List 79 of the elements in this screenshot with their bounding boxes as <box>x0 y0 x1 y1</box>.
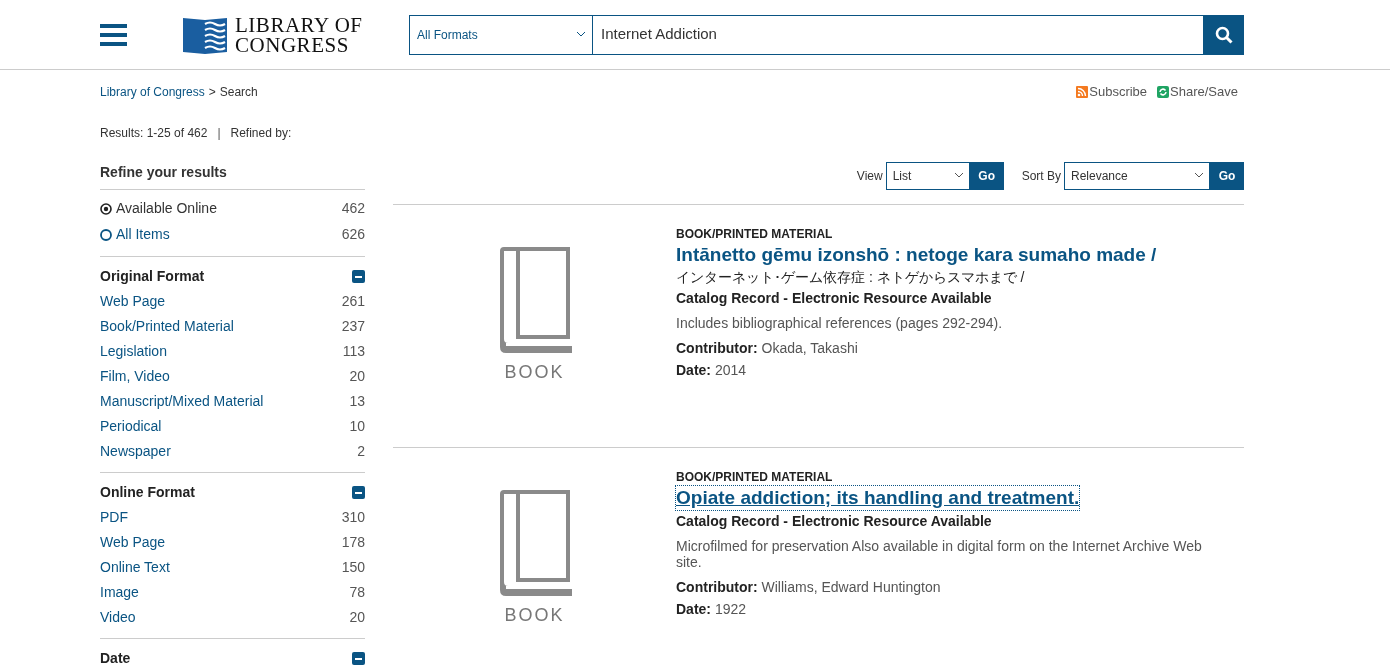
facet-count: 113 <box>342 341 365 361</box>
format-dropdown[interactable]: All Formats <box>409 14 593 55</box>
facet-count: 462 <box>341 199 365 218</box>
result-description: Includes bibliographical references (pages 292-294). <box>676 314 1004 331</box>
facet-count: 10 <box>349 416 365 436</box>
result-field: Contributor: Okada, Takashi <box>676 336 1226 359</box>
sidebar-title: Refine your results <box>100 161 365 190</box>
facet-link[interactable]: Video <box>100 606 136 628</box>
view-label: View <box>856 167 883 185</box>
facet-link[interactable]: Web Page <box>100 531 166 553</box>
results-count: Results: 1-25 of 462 <box>100 124 208 142</box>
menu-icon[interactable] <box>100 23 127 46</box>
refined-by-label: Refined by: <box>230 124 292 142</box>
breadcrumb-current: Search <box>219 84 258 101</box>
result-description: Microfilmed for preservation Also available in digital form on the Internet Archive Web site. <box>676 537 1203 570</box>
section-heading: Original Format <box>100 267 205 286</box>
facet-link[interactable]: Online Text <box>100 556 170 578</box>
logo-text[interactable]: LIBRARY OF CONGRESS <box>235 14 363 55</box>
result-field: Contributor: Williams, Edward Huntington <box>676 575 1226 598</box>
facet-link[interactable]: Periodical <box>100 415 162 437</box>
book-thumbnail[interactable]: BOOK <box>495 489 574 672</box>
result-title-link[interactable]: Intānetto gēmu izonshō : netoge kara sumaho made / <box>676 242 1157 267</box>
facet-count: 626 <box>341 225 365 244</box>
collapse-toggle[interactable] <box>352 652 365 665</box>
record-type: Catalog Record - Electronic Resource Available <box>676 288 993 308</box>
facet-link[interactable]: Web Page <box>100 290 166 312</box>
minus-icon <box>355 275 362 278</box>
sort-dropdown[interactable]: Relevance <box>1064 161 1210 190</box>
breadcrumb-link[interactable]: Library of Congress <box>100 83 205 102</box>
book-waves-logo-icon <box>183 15 227 54</box>
collapse-toggle[interactable] <box>352 486 365 499</box>
facet-count: 310 <box>341 507 365 527</box>
chevron-down-icon <box>954 173 963 178</box>
facet-link[interactable]: Newspaper <box>100 440 171 462</box>
view-dropdown[interactable]: List <box>885 161 970 190</box>
search-icon <box>1215 25 1233 44</box>
collapse-toggle[interactable] <box>352 270 365 283</box>
radio-option[interactable]: Available Online <box>100 198 217 219</box>
facet-count: 261 <box>341 291 365 311</box>
separator-text: | <box>217 124 221 142</box>
facet-count: 13 <box>349 391 365 411</box>
facet-link[interactable]: Book/Printed Material <box>100 315 234 337</box>
section-heading: Date <box>100 649 131 668</box>
chevron-down-icon <box>1195 173 1203 178</box>
book-thumbnail[interactable]: BOOK <box>495 246 574 447</box>
radio-option[interactable]: All Items <box>100 224 170 245</box>
search-field[interactable]: Internet Addiction <box>593 14 1204 55</box>
facet-count: 178 <box>341 532 365 552</box>
sort-label: Sort By <box>1021 167 1061 185</box>
facet-count: 2 <box>357 441 365 461</box>
facet-count: 78 <box>349 582 365 602</box>
go-button[interactable]: Go <box>1210 161 1244 190</box>
record-type: Catalog Record - Electronic Resource Available <box>676 511 993 531</box>
minus-icon <box>355 491 362 494</box>
search-button[interactable] <box>1204 14 1244 55</box>
facet-count: 20 <box>349 607 365 627</box>
facet-count: 237 <box>341 316 365 336</box>
subscribe-link[interactable]: Subscribe <box>1076 82 1148 102</box>
format-label: BOOK/PRINTED MATERIAL <box>676 225 834 243</box>
share-icon <box>1157 85 1170 98</box>
facet-link[interactable]: PDF <box>100 506 128 528</box>
minus-icon <box>355 657 362 660</box>
facet-link[interactable]: Image <box>100 581 139 603</box>
section-heading: Online Format <box>100 483 195 502</box>
result-title-link[interactable]: Opiate addiction; its handling and treatment. <box>676 485 1080 510</box>
alternate-title: インターネット･ゲーム依存症 : ネトゲからスマホまで / <box>676 267 1026 287</box>
result-field: Date: 1922 <box>676 597 1226 620</box>
facet-link[interactable]: Film, Video <box>100 365 170 387</box>
rss-icon <box>1076 85 1089 98</box>
format-label: BOOK/PRINTED MATERIAL <box>676 468 834 486</box>
breadcrumb-separator: > <box>208 84 216 101</box>
facet-link[interactable]: Legislation <box>100 340 167 362</box>
chevron-down-icon <box>577 32 585 37</box>
share-link[interactable]: Share/Save <box>1157 82 1238 102</box>
facet-count: 150 <box>341 557 365 577</box>
facet-link[interactable]: Manuscript/Mixed Material <box>100 390 264 412</box>
result-field: Date: 2014 <box>676 358 1226 381</box>
facet-count: 20 <box>349 366 365 386</box>
go-button[interactable]: Go <box>969 161 1004 190</box>
